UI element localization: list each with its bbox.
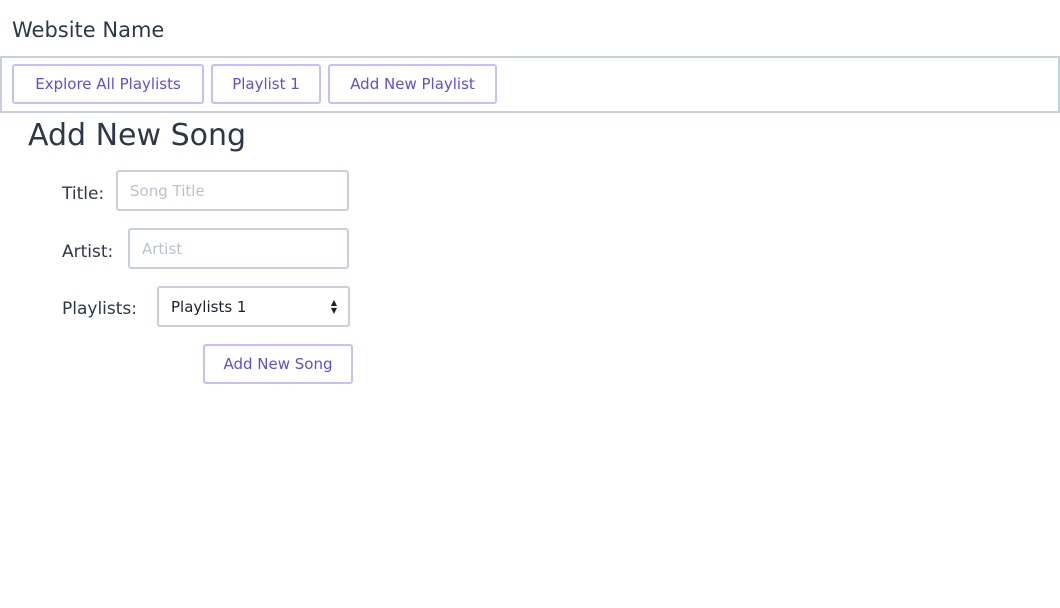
nav-add-new-playlist[interactable]: Add New Playlist <box>328 64 497 104</box>
title-input[interactable] <box>116 170 349 211</box>
page-title: Add New Song <box>28 118 247 153</box>
site-name: Website Name <box>12 18 165 42</box>
artist-input[interactable] <box>128 228 349 269</box>
title-label: Title: <box>62 184 105 204</box>
artist-label: Artist: <box>62 242 114 262</box>
add-new-song-button[interactable]: Add New Song <box>203 344 353 384</box>
playlists-select[interactable]: Playlists 1 ▲ ▼ <box>157 286 350 327</box>
playlists-label: Playlists: <box>62 299 138 319</box>
select-arrows-icon: ▲ ▼ <box>330 298 337 315</box>
nav-explore-all-playlists[interactable]: Explore All Playlists <box>12 64 204 104</box>
playlists-select-value: Playlists 1 <box>171 297 247 316</box>
nav-playlist-1[interactable]: Playlist 1 <box>211 64 321 104</box>
